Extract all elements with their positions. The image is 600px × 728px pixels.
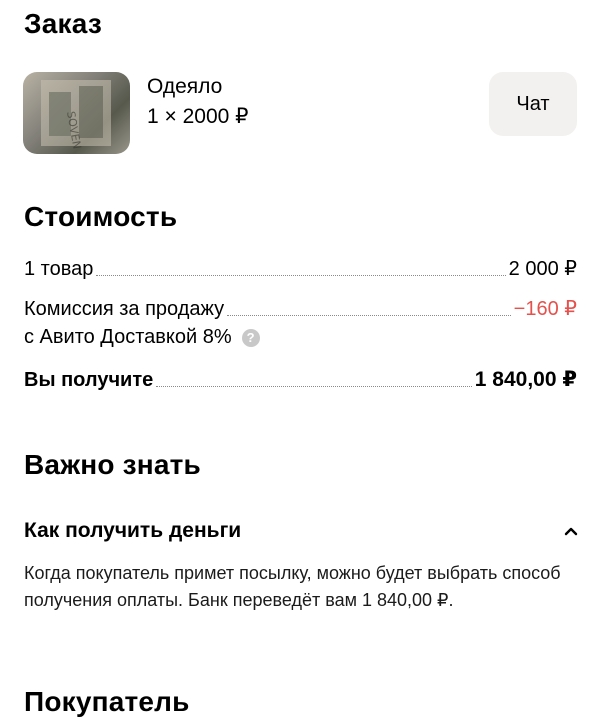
items-cost-row: 1 товар 2 000 ₽ bbox=[24, 256, 577, 281]
leader-dots bbox=[227, 315, 511, 316]
leader-dots bbox=[96, 275, 506, 276]
items-label: 1 товар bbox=[24, 258, 94, 280]
help-icon[interactable]: ? bbox=[241, 328, 260, 347]
accordion-header[interactable]: Как получить деньги bbox=[24, 519, 241, 543]
leader-dots bbox=[156, 386, 472, 387]
order-title: Заказ bbox=[24, 8, 102, 39]
commission-sub-label: с Авито Доставкой 8% bbox=[24, 326, 232, 348]
chat-button[interactable]: Чат bbox=[489, 72, 577, 136]
item-price: 1 × 2000 ₽ bbox=[147, 105, 249, 128]
receive-label: Вы получите bbox=[24, 369, 154, 391]
commission-subline: с Авито Доставкой 8% ? bbox=[24, 326, 260, 349]
chevron-up-icon[interactable] bbox=[564, 524, 578, 538]
commission-label: Комиссия за продажу bbox=[24, 298, 225, 320]
commission-value: −160 ₽ bbox=[513, 298, 577, 320]
product-thumbnail[interactable]: SOVEN bbox=[23, 72, 130, 154]
buyer-title: Покупатель bbox=[24, 686, 190, 717]
receive-value: 1 840,00 ₽ bbox=[474, 368, 577, 391]
items-value: 2 000 ₽ bbox=[508, 258, 577, 280]
item-name: Одеяло bbox=[147, 75, 223, 98]
important-title: Важно знать bbox=[24, 449, 201, 480]
order-item[interactable]: SOVEN Одеяло 1 × 2000 ₽ Чат bbox=[23, 72, 577, 154]
receive-row: Вы получите 1 840,00 ₽ bbox=[24, 367, 577, 392]
commission-row: Комиссия за продажу −160 ₽ bbox=[24, 296, 577, 321]
cost-title: Стоимость bbox=[24, 201, 178, 232]
accordion-body: Когда покупатель примет посылку, можно б… bbox=[24, 563, 561, 610]
